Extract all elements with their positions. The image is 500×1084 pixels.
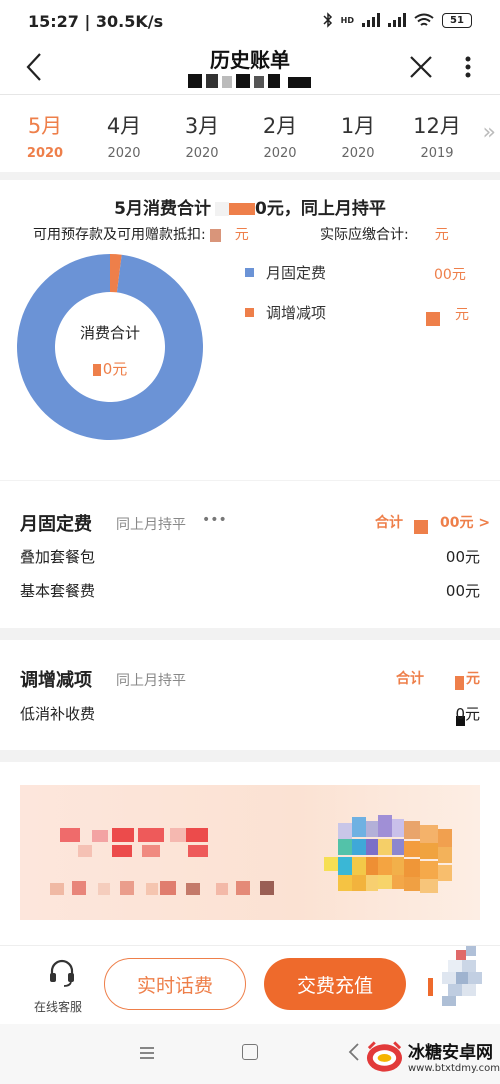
legend-swatch [245,268,254,277]
promo-banner[interactable] [20,785,480,920]
tab-month-2[interactable]: 4月 2020 [89,110,159,161]
tab-month-label: 12月 [413,114,461,138]
fixed-item-value: 00元 [445,548,480,566]
legend-item-fixed: 月固定费 [245,262,326,283]
status-bar: 15:27 | 30.5K/s HD 51 [0,0,500,44]
month-tabs: 5月 2020 4月 2020 3月 2020 2月 2020 1月 2020 … [0,100,500,170]
redacted-mosaic [414,520,428,534]
section-fixed-subtitle: 同上月持平 [116,517,186,533]
section-fixed-title: 月固定费 [20,514,92,535]
tab-month-label: 3月 [184,114,220,138]
redacted-mosaic [455,676,464,690]
bluetooth-icon [323,12,332,28]
legend-swatch [245,308,254,317]
redacted-mosaic [92,363,101,376]
donut-center-value: 0元 [102,360,128,378]
deduct-line: 可用预存款及可用赠款抵扣: 元 [33,224,249,244]
tab-year-label: 2020 [185,146,219,161]
legend-value-adjust: 元 [455,307,469,323]
more-vertical-icon[interactable] [456,50,480,84]
tab-year-label: 2020 [341,146,375,161]
system-nav-bar: 冰糖安卓网 www.btxtdmy.com [0,1024,500,1084]
battery-icon: 51 [442,12,472,28]
adjust-item-label: 低消补收费 [20,705,96,723]
more-dots-icon[interactable]: ••• [202,512,227,528]
legend-label: 调增减项 [266,304,327,322]
status-time: 15:27 | 30.5K/s [28,12,164,31]
recharge-button[interactable]: 交费充值 [264,958,406,1010]
section-separator [0,628,500,640]
summary-title-prefix: 5月消费合计 [114,199,211,219]
legend-label: 月固定费 [266,264,327,282]
battery-level: 51 [450,14,464,26]
bottom-action-bar: 在线客服 实时话费 交费充值 [0,945,500,1023]
summary-title-suffix: 0元，同上月持平 [255,199,386,219]
tab-year-label: 2019 [420,146,454,161]
tab-year-label: 2020 [263,146,297,161]
tab-month-4[interactable]: 2月 2020 [245,110,315,161]
actual-value: 元 [434,227,449,243]
back-nav-icon[interactable] [347,1042,361,1062]
watermark-name: 冰糖安卓网 [407,1043,493,1063]
wifi-icon [414,13,434,26]
redacted-mosaic [426,312,440,326]
home-icon[interactable] [242,1044,258,1060]
candy-logo-icon [366,1041,403,1072]
banner-mosaic-image [50,815,452,895]
redacted-mosaic [188,74,311,88]
tab-month-label: 1月 [340,114,376,138]
deduct-label: 可用预存款及可用赠款抵扣: [33,227,206,243]
deduct-value: 元 [234,227,249,243]
section-separator [0,172,500,180]
headset-icon[interactable] [48,958,76,988]
signal-icon-2 [388,13,406,27]
watermark: 冰糖安卓网 www.btxtdmy.com [365,1034,500,1078]
tab-month-5[interactable]: 1月 2020 [323,110,393,161]
title-bar: 历史账单 [0,44,500,94]
fixed-item-value: 00元 [445,582,480,600]
chevron-right-double-icon[interactable]: » [483,120,496,145]
section-adjust-title: 调增减项 [20,670,92,691]
status-icons: HD 51 [323,12,472,28]
redacted-mosaic [229,203,255,215]
watermark-text: 冰糖安卓网 www.btxtdmy.com [408,1038,500,1074]
section-adjust-subtitle: 同上月持平 [116,673,186,689]
donut-center-label: 消费合计 [79,324,140,342]
redacted-mosaic [209,228,221,242]
section-fixed-total-value[interactable]: 00元 > [440,512,490,532]
watermark-url: www.btxtdmy.com [407,1063,500,1074]
legend-value-fixed: 00元 [434,267,466,283]
actual-label: 实际应缴合计: [320,227,409,243]
spending-donut-chart [17,254,204,440]
signal-icon [362,13,380,27]
actual-line: 实际应缴合计: 元 [320,224,449,244]
realtime-fee-button[interactable]: 实时话费 [104,958,246,1010]
adjust-item-value: 0元 [455,705,480,723]
section-divider [0,480,500,481]
tab-month-6[interactable]: 12月 2019 [402,110,472,161]
redacted-mosaic [428,946,482,1006]
close-icon[interactable] [404,50,438,84]
fixed-item-label: 基本套餐费 [20,582,96,600]
fixed-item-label: 叠加套餐包 [20,548,96,566]
tab-month-3[interactable]: 3月 2020 [167,110,237,161]
header-divider [0,94,500,95]
redacted-mosaic [215,202,229,216]
donut-center-value-row: 0元 [16,358,204,379]
section-separator [0,750,500,762]
section-fixed-total-label[interactable]: 合计 [375,512,403,532]
online-service-label[interactable]: 在线客服 [34,998,82,1015]
section-adjust-total-label[interactable]: 合计 [396,668,424,688]
tab-year-label: 2020 [107,146,141,161]
network-type-label: HD [340,15,354,25]
legend-item-adjust: 调增减项 [245,302,326,323]
tab-year-label: 2020 [26,146,64,161]
tab-month-label: 4月 [106,114,142,138]
recent-apps-icon[interactable] [138,1044,156,1062]
tab-month-label: 5月 [27,114,63,138]
tab-month-1[interactable]: 5月 2020 [10,110,80,161]
summary-title: 5月消费合计 0元，同上月持平 [0,194,500,219]
section-adjust-total-value[interactable]: 元 [466,668,480,688]
tab-month-label: 2月 [262,114,298,138]
